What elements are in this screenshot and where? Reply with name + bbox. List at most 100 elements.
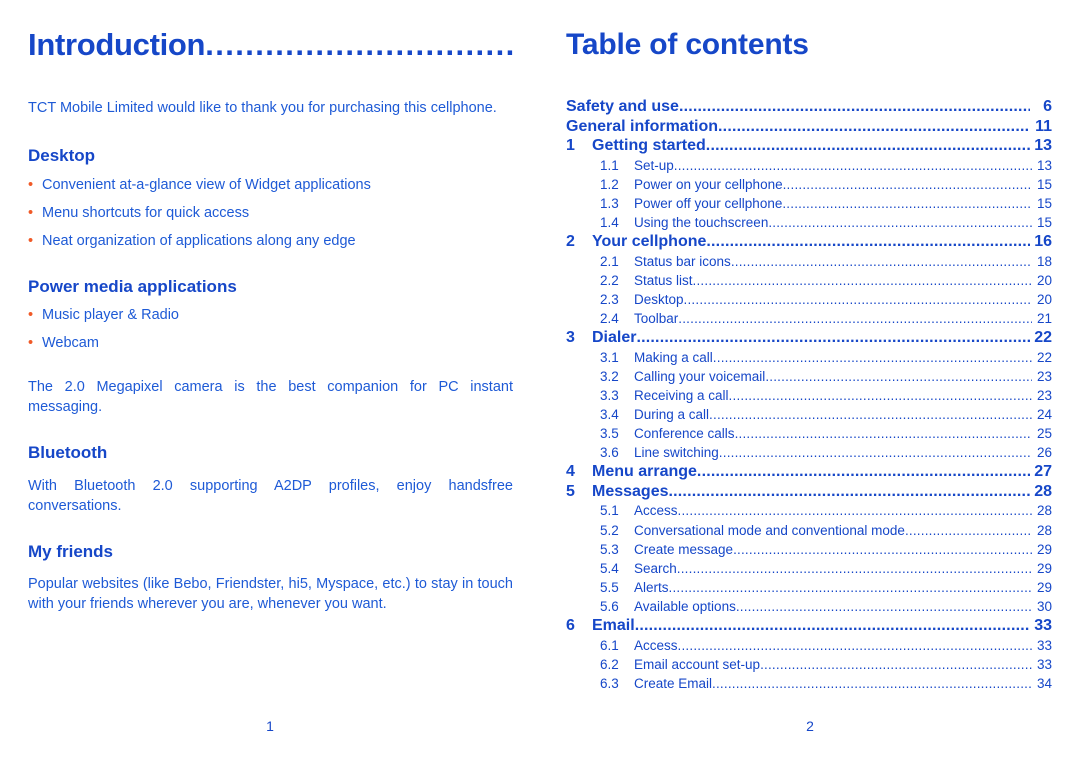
- toc-entry-page: 23: [1036, 387, 1052, 403]
- toc-entry[interactable]: 6.1 Access ..............................…: [566, 637, 1052, 656]
- my-friends-paragraph: Popular websites (like Bebo, Friendster,…: [28, 576, 513, 613]
- bullet-icon: •: [28, 335, 34, 352]
- toc-entry[interactable]: 5.6 Available options....................…: [566, 598, 1052, 617]
- toc-entry-label: Available options: [634, 598, 736, 614]
- toc-entry-page: 16: [1034, 233, 1052, 251]
- toc-entry[interactable]: 5.4 Search...............................…: [566, 560, 1052, 579]
- toc-entry-number: 1.4: [600, 215, 619, 231]
- toc-leader-dots: ........................................…: [668, 579, 1032, 595]
- toc-list: Safety and use..........................…: [566, 98, 1052, 693]
- toc-entry[interactable]: 2.2 Status list .........................…: [566, 272, 1052, 291]
- toc-leader-dots: ........................................…: [678, 98, 1030, 115]
- toc-entry[interactable]: 6.2 Email account set-up.................…: [566, 656, 1052, 675]
- toc-entry[interactable]: 6.3 Create Email ........................…: [566, 675, 1052, 694]
- list-item-label: Menu shortcuts for quick access: [42, 204, 250, 221]
- toc-entry[interactable]: General information ....................…: [566, 118, 1052, 137]
- list-item: • Neat organization of applications along…: [28, 231, 513, 251]
- bullet-icon: •: [28, 232, 34, 249]
- toc-entry[interactable]: Safety and use..........................…: [566, 98, 1052, 117]
- toc-entry[interactable]: 3.5 Conference calls ....................…: [566, 425, 1052, 444]
- toc-entry-page: 15: [1036, 195, 1052, 211]
- toc-entry-number: 5.2: [600, 522, 619, 538]
- toc-entry-label: Create message: [634, 541, 734, 557]
- toc-entry-page: 29: [1036, 560, 1052, 576]
- toc-entry[interactable]: 5.1 Access ..............................…: [566, 502, 1052, 521]
- toc-entry-label: Desktop: [634, 291, 684, 307]
- section-heading-desktop: Desktop: [28, 146, 96, 166]
- toc-entry-label: Access: [634, 503, 678, 519]
- list-item-label: Webcam: [42, 335, 99, 352]
- toc-leader-dots: ........................................…: [709, 407, 1032, 422]
- toc-entry[interactable]: 1 Getting started........................…: [566, 137, 1052, 156]
- toc-entry[interactable]: 5.3 Create message.......................…: [566, 541, 1052, 560]
- toc-entry-page: 22: [1036, 349, 1052, 365]
- toc-entry[interactable]: 5.2 Conversational mode and conventional …: [566, 522, 1052, 541]
- toc-entry-label: Menu arrange: [592, 463, 697, 481]
- toc-entry-number: 2: [566, 233, 575, 251]
- toc-entry[interactable]: 3 Dialer.................................…: [566, 329, 1052, 348]
- toc-leader-dots: ........................................…: [673, 157, 1032, 173]
- toc-entry-page: 6: [1043, 98, 1052, 115]
- toc-entry[interactable]: 3.1 Making a call........................…: [566, 349, 1052, 368]
- toc-entry[interactable]: 5.5 Alerts...............................…: [566, 579, 1052, 598]
- toc-entry-page: 34: [1036, 675, 1052, 691]
- toc-leader-dots: ........................................…: [692, 272, 1032, 288]
- toc-entry[interactable]: 3.3 Receiving a call.....................…: [566, 387, 1052, 406]
- toc-entry[interactable]: 3.6 Line switching.......................…: [566, 444, 1052, 463]
- toc-entry-number: 6: [566, 617, 575, 635]
- toc-entry[interactable]: 1.1 Set-up ..............................…: [566, 157, 1052, 176]
- toc-entry[interactable]: 6 Email..................................…: [566, 617, 1052, 636]
- toc-leader-dots: ........................................…: [634, 617, 1030, 635]
- toc-entry-page: 20: [1036, 272, 1052, 288]
- toc-leader-dots: ........................................…: [676, 560, 1032, 576]
- toc-entry[interactable]: 1.2 Power on your cellphone..............…: [566, 176, 1052, 195]
- toc-leader-dots: ........................................…: [782, 195, 1032, 211]
- toc-entry[interactable]: 2.3 Desktop .............................…: [566, 291, 1052, 310]
- toc-entry-label: Conference calls: [634, 426, 735, 442]
- toc-entry-number: 5.4: [600, 560, 619, 576]
- bluetooth-paragraph: With Bluetooth 2.0 supporting A2DP profi…: [28, 477, 513, 514]
- toc-entry-page: 25: [1036, 426, 1052, 442]
- toc-entry-label: Email: [592, 617, 635, 635]
- toc-leader-dots: ........................................…: [760, 656, 1032, 672]
- bullet-icon: •: [28, 204, 34, 221]
- toc-entry-page: 15: [1036, 215, 1052, 231]
- toc-leader-dots: ........................................…: [730, 253, 1032, 269]
- list-item-label: Convenient at-a-glance view of Widget ap…: [42, 176, 371, 193]
- toc-entry[interactable]: 1.3 Power off your cellphone.............…: [566, 195, 1052, 214]
- toc-entry-number: 5: [566, 482, 575, 500]
- toc-entry-label: Conversational mode and conventional mod…: [634, 522, 905, 538]
- page-number-left: 1: [266, 718, 274, 734]
- toc-entry-number: 2.2: [600, 272, 619, 288]
- toc-entry-number: 1.2: [600, 176, 619, 192]
- toc-entry-label: Dialer: [592, 329, 637, 347]
- toc-leader-dots: ........................................…: [735, 598, 1032, 614]
- page-title-leader: ...................................: [205, 28, 513, 62]
- page-title-text: Introduction: [28, 28, 206, 62]
- toc-entry[interactable]: 5 Messages ..............................…: [566, 483, 1052, 502]
- toc-leader-dots: ........................................…: [712, 675, 1032, 691]
- list-item: • Webcam: [28, 333, 513, 353]
- toc-entry-page: 20: [1036, 291, 1052, 307]
- toc-entry-label: Getting started: [592, 137, 706, 155]
- toc-entry[interactable]: 4 Menu arrange ..........................…: [566, 463, 1052, 482]
- toc-leader-dots: ........................................…: [733, 541, 1032, 557]
- toc-entry[interactable]: 2 Your cellphone ........................…: [566, 233, 1052, 252]
- toc-entry-page: 33: [1036, 637, 1052, 653]
- bullet-icon: •: [28, 307, 34, 324]
- toc-entry-label: Receiving a call: [634, 387, 729, 403]
- toc-leader-dots: ........................................…: [677, 503, 1032, 519]
- toc-entry[interactable]: 3.4 During a call .......................…: [566, 406, 1052, 425]
- toc-entry[interactable]: 2.1 Status bar icons.....................…: [566, 253, 1052, 272]
- toc-entry-number: 6.2: [600, 656, 619, 672]
- toc-entry[interactable]: 1.4 Using the touchscreen ...............…: [566, 214, 1052, 233]
- left-column: Introduction............................…: [28, 28, 513, 614]
- toc-entry-number: 5.1: [600, 503, 619, 519]
- toc-entry[interactable]: 3.2 Calling your voicemail ..............…: [566, 368, 1052, 387]
- toc-entry-page: 26: [1036, 445, 1052, 461]
- toc-entry-number: 1.1: [600, 157, 619, 173]
- toc-entry-label: Messages: [592, 482, 669, 500]
- toc-leader-dots: ........................................…: [728, 387, 1032, 403]
- toc-entry-number: 2.4: [600, 311, 619, 327]
- toc-entry[interactable]: 2.4 Toolbar .............................…: [566, 310, 1052, 329]
